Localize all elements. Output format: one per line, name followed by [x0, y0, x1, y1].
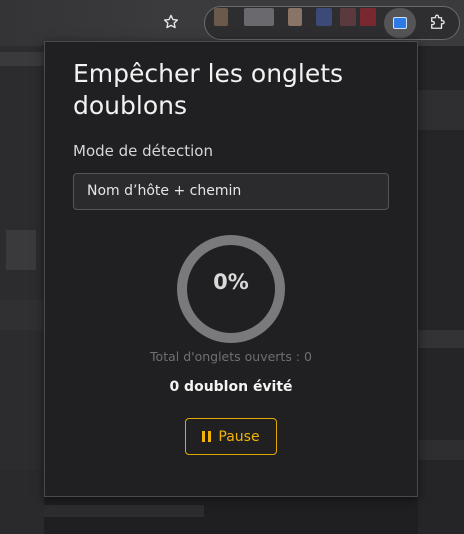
background-panel: [0, 52, 44, 66]
detection-mode-label: Mode de détection: [73, 142, 213, 160]
background-panel: [418, 330, 464, 348]
pause-button-label: Pause: [218, 428, 260, 445]
extension-icon[interactable]: [360, 8, 376, 26]
background-panel: [418, 90, 464, 130]
background-panel: [0, 470, 44, 534]
extensions-menu-button[interactable]: [424, 10, 450, 36]
detection-mode-select[interactable]: Nom d’hôte + chemin: [73, 173, 389, 210]
detection-mode-value: Nom d’hôte + chemin: [87, 183, 242, 199]
bookmark-star-button[interactable]: [158, 9, 184, 35]
tab-icon: [393, 17, 407, 29]
extension-icon[interactable]: [288, 8, 302, 26]
browser-toolbar: [0, 0, 464, 46]
background-panel: [44, 505, 204, 517]
extension-popup: Empêcher les onglets doublons Mode de dé…: [44, 41, 418, 497]
pause-button[interactable]: Pause: [185, 418, 277, 455]
background-panel: [418, 440, 464, 460]
pause-icon: [202, 431, 212, 442]
address-bar[interactable]: [0, 0, 150, 46]
puzzle-icon: [431, 14, 445, 29]
background-panel: [0, 46, 44, 534]
background-panel: [6, 230, 36, 270]
popup-title: Empêcher les onglets doublons: [73, 59, 344, 120]
background-panel: [0, 300, 44, 330]
duplicate-tabs-extension-button[interactable]: [384, 8, 416, 38]
total-open-tabs: Total d'onglets ouverts : 0: [150, 349, 312, 364]
extension-icon[interactable]: [214, 8, 228, 26]
star-outline-icon: [163, 14, 179, 29]
extension-icon[interactable]: [244, 8, 274, 26]
extensions-bar: [204, 6, 460, 40]
duplicates-avoided-count: 0 doublon évité: [169, 379, 293, 395]
progress-percentage: 0%: [213, 270, 249, 294]
extension-icon[interactable]: [316, 8, 332, 26]
extension-icon[interactable]: [340, 8, 356, 26]
